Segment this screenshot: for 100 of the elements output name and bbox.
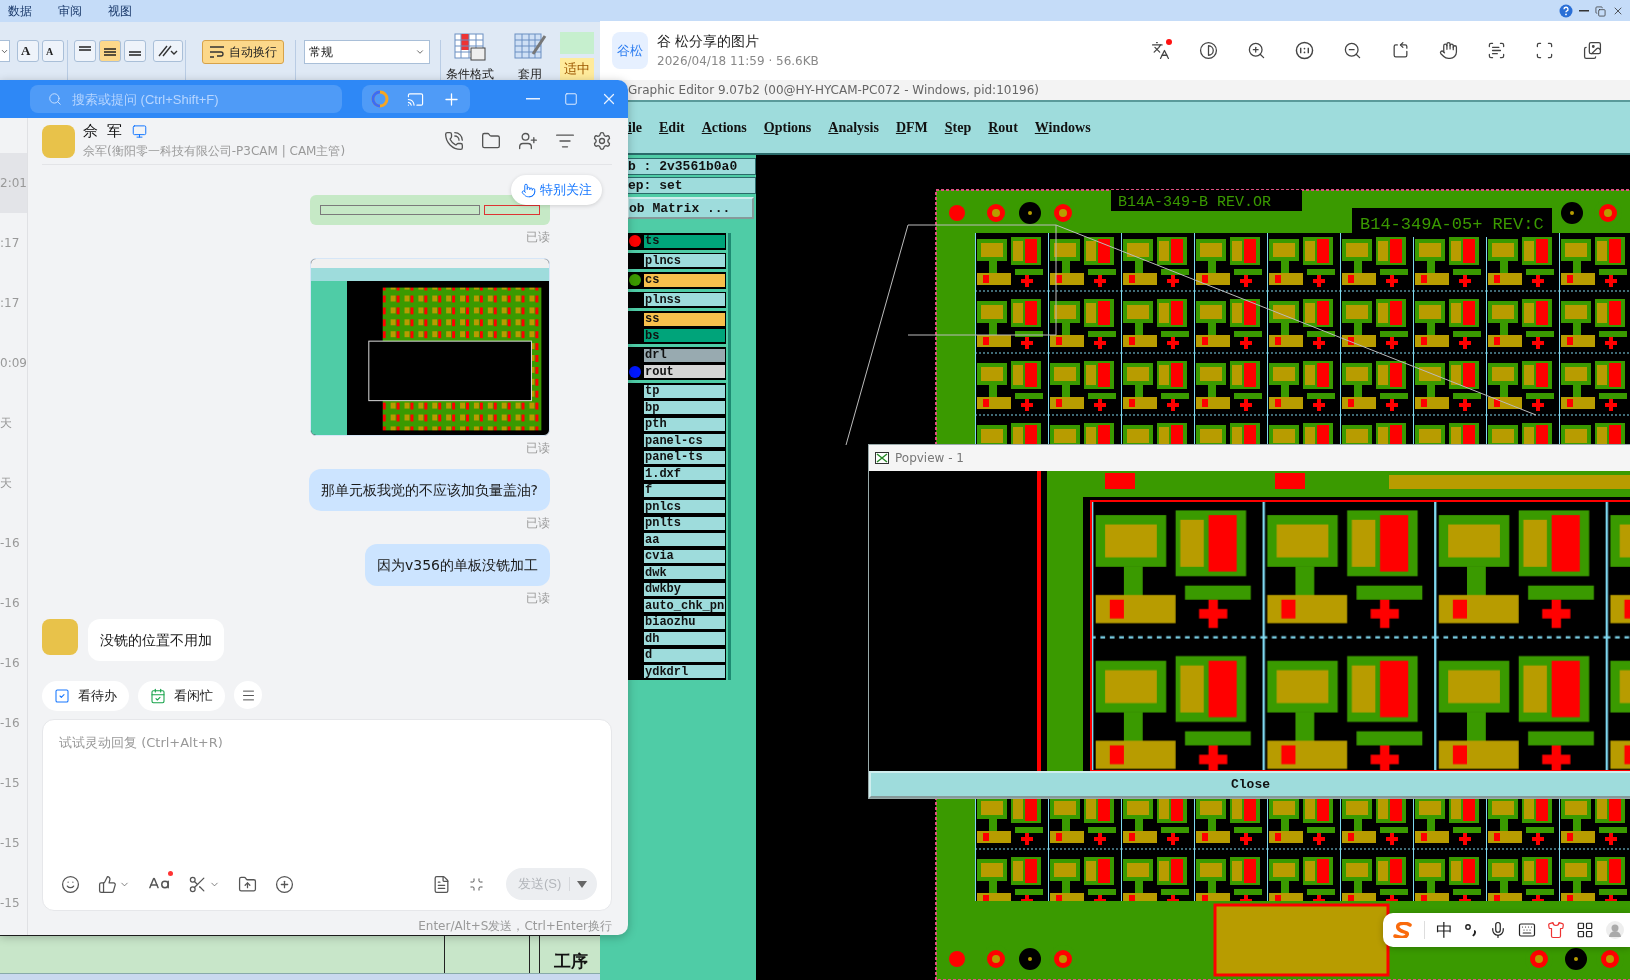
more-button[interactable] (234, 681, 262, 709)
layer-item[interactable]: panel-ts (643, 449, 726, 465)
layer-item[interactable]: f (643, 482, 726, 498)
menu-item[interactable]: 视图 (108, 2, 132, 20)
grow-font-button[interactable]: A (17, 40, 39, 62)
layer-item[interactable]: bp (643, 400, 726, 416)
quick-action-chip[interactable]: 看闲忙 (138, 681, 225, 711)
settings-button[interactable] (592, 131, 612, 151)
window-icon (875, 452, 889, 464)
menu-item[interactable]: Actions (701, 119, 747, 136)
menu-item[interactable]: DFM (895, 119, 928, 136)
menu-item[interactable]: Edit (659, 119, 685, 136)
menu-item[interactable]: Windows (1034, 119, 1091, 136)
text-angle-icon (157, 44, 179, 58)
layer-item[interactable]: panel-cs (643, 433, 726, 449)
help-icon[interactable] (1559, 4, 1573, 18)
logo-icon[interactable] (1393, 922, 1413, 938)
files-button[interactable] (481, 131, 501, 151)
microphone-icon[interactable] (1489, 921, 1507, 939)
layer-item[interactable]: ts (643, 233, 726, 249)
layer-item[interactable]: cs (643, 272, 726, 288)
matrix-button[interactable]: ob Matrix ... (627, 197, 754, 219)
layer-item[interactable]: plnss (643, 292, 726, 308)
neutral-style-swatch[interactable]: 适中 (560, 58, 594, 80)
scan-text-icon (1486, 41, 1506, 60)
add-member-button[interactable] (518, 131, 538, 151)
menu-item[interactable]: Analysis (828, 119, 879, 136)
screen-icon (407, 90, 424, 108)
align-button[interactable] (74, 40, 96, 62)
layer-item[interactable]: rout (643, 364, 726, 380)
minimize-icon (1579, 10, 1589, 12)
layer-item[interactable]: auto_chk_pn (643, 598, 726, 614)
thumbs-up-icon (98, 874, 117, 894)
spreadsheet-image[interactable] (310, 195, 550, 225)
layer-item[interactable]: d (643, 647, 726, 663)
menu-item[interactable]: Step (944, 119, 972, 136)
menu-item[interactable]: 数据 (8, 2, 32, 20)
close-button[interactable]: Close (869, 771, 1630, 798)
phone-icon (444, 131, 464, 151)
search-field[interactable]: 搜索或提问 (Ctrl+Shift+F) (30, 85, 342, 113)
like-button[interactable] (98, 874, 130, 894)
hand-icon (1438, 41, 1458, 60)
scan-icon (1534, 41, 1554, 60)
menu-item[interactable]: 审阅 (58, 2, 82, 20)
menu-item[interactable]: ile (628, 119, 642, 136)
font-size-dropdown[interactable] (0, 40, 10, 62)
keyboard-icon[interactable] (1518, 921, 1536, 939)
screenshot-image[interactable] (310, 258, 550, 436)
orientation-button[interactable] (153, 40, 183, 62)
caret-icon (415, 47, 425, 57)
message-bubble: 因为v356的单板没铣加工 (365, 544, 550, 586)
layer-item[interactable]: cvia (643, 548, 726, 564)
menu-icon (240, 687, 256, 703)
layer-item[interactable]: 1.dxf (643, 466, 726, 482)
restore-icon (1595, 5, 1606, 17)
layer-item[interactable]: dwkby (643, 581, 726, 597)
shrink-font-button[interactable]: A (42, 40, 64, 62)
menu-item[interactable]: Options (763, 119, 812, 136)
layer-item[interactable]: dwk (643, 565, 726, 581)
layer-item[interactable]: ss (643, 311, 726, 327)
read-status: 已读 (526, 515, 550, 532)
scissors-icon (188, 874, 207, 894)
layer-item[interactable]: drl (643, 347, 726, 363)
shirt-icon[interactable] (1547, 921, 1565, 939)
smile-icon (61, 874, 80, 894)
table-cell-text: 工序 (554, 951, 588, 973)
layer-item[interactable]: aa (643, 532, 726, 548)
layer-item[interactable]: pnlts (643, 515, 726, 531)
step-field: ep: set (627, 177, 756, 194)
window-title: Popview - 1 (895, 451, 964, 465)
quick-action-chip[interactable]: 看待办 (42, 681, 129, 711)
layer-item[interactable]: plncs (643, 253, 726, 269)
layer-item[interactable]: bs (643, 328, 726, 344)
punctuation-icon[interactable] (1464, 922, 1478, 938)
good-style-swatch[interactable] (560, 32, 594, 54)
job-field: b : 2v3561b0a0 (627, 158, 756, 175)
input-mode-toggle[interactable]: 中 (1436, 918, 1453, 942)
shortcut-hint: Enter/Alt+S发送，Ctrl+Enter换行 (418, 918, 612, 935)
layer-item[interactable]: pth (643, 416, 726, 432)
layer-item[interactable]: dh (643, 631, 726, 647)
search-icon (48, 92, 62, 106)
more-tools-button[interactable] (275, 874, 294, 894)
layer-item[interactable]: pnlcs (643, 499, 726, 515)
number-format-dropdown[interactable]: 常规 (304, 40, 430, 64)
grid-icon[interactable] (1576, 921, 1594, 939)
emoji-button[interactable] (61, 874, 80, 894)
upload-button[interactable] (238, 874, 257, 894)
align-button[interactable] (124, 40, 146, 62)
align-button[interactable] (99, 40, 121, 62)
wrap-text-button[interactable]: 自动换行 (202, 40, 284, 64)
follow-button[interactable]: 特别关注 (511, 175, 602, 205)
call-button[interactable] (444, 131, 464, 151)
hand-pointer-icon (521, 182, 536, 198)
layer-item[interactable]: tp (643, 383, 726, 399)
screenshot-button[interactable] (188, 874, 220, 894)
cast-button[interactable] (407, 90, 424, 108)
menu-item[interactable]: Rout (988, 119, 1018, 136)
actual-size-icon (1294, 41, 1314, 60)
layer-item[interactable]: biaozhu (643, 614, 726, 630)
layer-item[interactable]: ydkdrl (643, 664, 726, 680)
